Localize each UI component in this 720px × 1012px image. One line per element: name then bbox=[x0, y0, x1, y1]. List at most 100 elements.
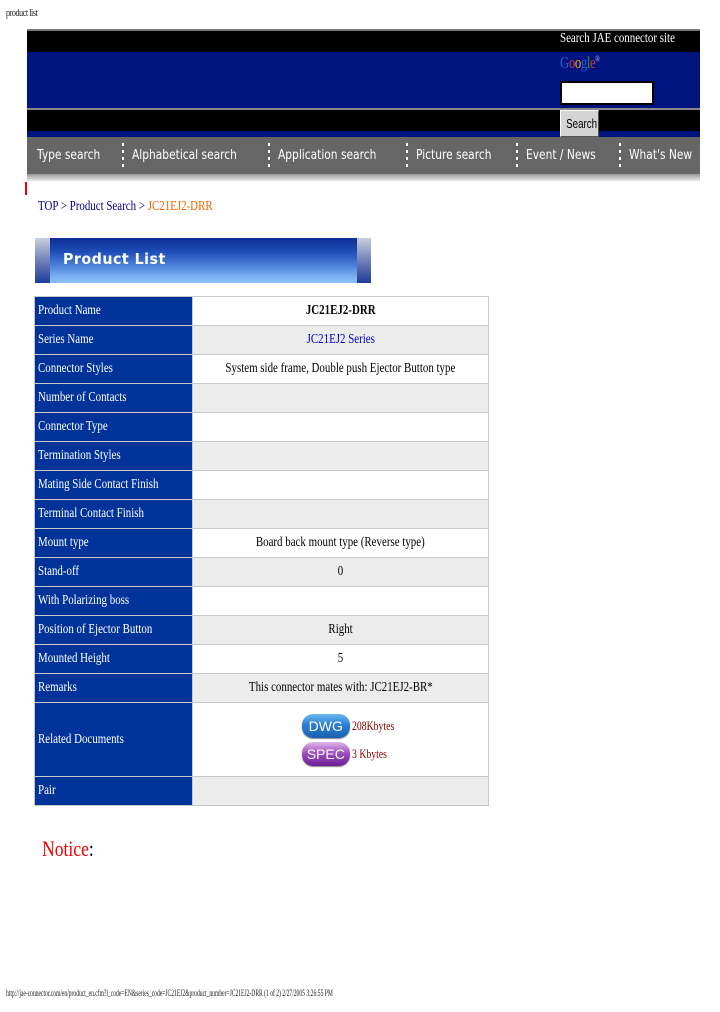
row-value: System side frame, Double push Ejector B… bbox=[192, 354, 490, 384]
document-item: DWG 208Kbytes bbox=[193, 713, 488, 738]
site-search-input[interactable] bbox=[560, 81, 654, 105]
nav-separator bbox=[714, 142, 717, 169]
label-text: Remarks bbox=[38, 680, 77, 695]
table-row: With Polarizing boss bbox=[33, 586, 490, 616]
nav-application-search[interactable]: Application search bbox=[278, 148, 398, 163]
label-text: Termination Styles bbox=[38, 448, 121, 463]
nav-label: Event / News bbox=[526, 148, 596, 163]
row-value bbox=[192, 776, 490, 806]
table-row: Position of Ejector Button Right bbox=[33, 615, 490, 645]
breadcrumb-separator: > bbox=[138, 199, 145, 214]
value-text: Board back mount type (Reverse type) bbox=[256, 535, 426, 550]
row-value: This connector mates with: JC21EJ2-BR* bbox=[192, 673, 490, 703]
label-text: Connector Styles bbox=[38, 361, 113, 376]
site-search-button[interactable]: Search bbox=[560, 110, 599, 137]
row-value bbox=[192, 383, 490, 413]
label-text: Number of Contacts bbox=[38, 390, 127, 405]
section-title: Product List bbox=[63, 250, 166, 268]
header-right-cap bbox=[357, 238, 371, 283]
nav-separator bbox=[619, 142, 622, 169]
row-label: Pair bbox=[33, 776, 194, 806]
doc-label: DWG bbox=[308, 717, 343, 734]
breadcrumb-product-search[interactable]: Product Search bbox=[70, 199, 136, 214]
value-text: 5 bbox=[338, 651, 344, 666]
logo-trademark: ® bbox=[595, 54, 600, 64]
row-label: Termination Styles bbox=[33, 441, 194, 471]
table-row: Pair bbox=[33, 776, 490, 806]
row-label: Number of Contacts bbox=[33, 383, 194, 413]
row-label: With Polarizing boss bbox=[33, 586, 194, 616]
nav-label: Type search bbox=[37, 148, 101, 163]
row-label: Series Name bbox=[33, 325, 194, 355]
nav-label: Application search bbox=[278, 148, 377, 163]
main-nav: Type search Alphabetical search Applicat… bbox=[27, 137, 717, 181]
row-value: 5 bbox=[192, 644, 490, 674]
table-row: Series Name JC21EJ2 Series bbox=[33, 325, 490, 355]
doc-size: 3 Kbytes bbox=[352, 746, 390, 762]
row-value: Right bbox=[192, 615, 490, 645]
nav-separator bbox=[406, 142, 409, 169]
row-value: 0 bbox=[192, 557, 490, 587]
dwg-download-button[interactable]: DWG bbox=[301, 713, 350, 738]
row-value bbox=[192, 441, 490, 471]
product-name-value: JC21EJ2-DRR bbox=[192, 296, 490, 326]
row-label: Product Name bbox=[33, 296, 194, 326]
series-link[interactable]: JC21EJ2 Series bbox=[307, 332, 375, 348]
row-label: Remarks bbox=[33, 673, 194, 703]
nav-whats-new[interactable]: What's New bbox=[629, 148, 706, 163]
table-row: Connector Styles System side frame, Doub… bbox=[33, 354, 490, 384]
breadcrumb-top[interactable]: TOP bbox=[38, 199, 58, 214]
page-header-title: product list bbox=[6, 8, 38, 19]
product-list-header: Product List bbox=[35, 238, 371, 283]
doc-label: SPEC bbox=[306, 745, 345, 762]
row-label: Related Documents bbox=[33, 702, 194, 777]
spec-download-button[interactable]: SPEC bbox=[301, 741, 350, 766]
table-row: Connector Type bbox=[33, 412, 490, 442]
nav-label: Alphabetical search bbox=[132, 148, 238, 163]
logo-letter: G bbox=[560, 53, 569, 72]
label-text: Series Name bbox=[38, 332, 94, 347]
row-value: Board back mount type (Reverse type) bbox=[192, 528, 490, 558]
notice-heading: Notice: bbox=[42, 836, 94, 862]
table-row: Related Documents DWG 208Kbytes SPEC 3 K… bbox=[33, 702, 490, 777]
row-label: Connector Type bbox=[33, 412, 194, 442]
nav-alphabetical-search[interactable]: Alphabetical search bbox=[132, 148, 260, 163]
value-text: Right bbox=[328, 622, 353, 637]
table-row: Mating Side Contact Finish bbox=[33, 470, 490, 500]
breadcrumb: TOP > Product Search > JC21EJ2-DRR bbox=[38, 199, 213, 215]
row-label: Mounted Height bbox=[33, 644, 194, 674]
notice-colon: : bbox=[88, 836, 94, 861]
table-row: Mount type Board back mount type (Revers… bbox=[33, 528, 490, 558]
related-documents: DWG 208Kbytes SPEC 3 Kbytes bbox=[192, 702, 490, 777]
breadcrumb-separator: > bbox=[60, 199, 67, 214]
product-spec-table: Product Name JC21EJ2-DRR Series Name JC2… bbox=[33, 296, 490, 806]
nav-type-search[interactable]: Type search bbox=[37, 148, 114, 163]
nav-event-news[interactable]: Event / News bbox=[526, 148, 611, 163]
label-text: Connector Type bbox=[38, 419, 108, 434]
label-text: Mount type bbox=[38, 535, 89, 550]
nav-picture-search[interactable]: Picture search bbox=[416, 148, 508, 163]
google-logo: Google® bbox=[560, 53, 600, 73]
label-text: Position of Ejector Button bbox=[38, 622, 153, 637]
table-row: Number of Contacts bbox=[33, 383, 490, 413]
document-item: SPEC 3 Kbytes bbox=[193, 741, 488, 766]
label-text: Product Name bbox=[38, 303, 101, 318]
doc-size: 208Kbytes bbox=[352, 718, 394, 734]
row-value bbox=[192, 412, 490, 442]
nav-label: Picture search bbox=[416, 148, 492, 163]
label-text: Mounted Height bbox=[38, 651, 110, 666]
label-text: Mating Side Contact Finish bbox=[38, 477, 159, 492]
table-row: Terminal Contact Finish bbox=[33, 499, 490, 529]
doc-size-text: 208Kbytes bbox=[351, 717, 395, 733]
label-text: With Polarizing boss bbox=[38, 593, 130, 608]
row-label: Position of Ejector Button bbox=[33, 615, 194, 645]
table-row: Stand-off 0 bbox=[33, 557, 490, 587]
footer-url: http://jae-connector.com/en/product_en.c… bbox=[6, 988, 333, 998]
table-row: Mounted Height 5 bbox=[33, 644, 490, 674]
red-marker bbox=[25, 182, 27, 195]
nav-label: What's New bbox=[629, 148, 693, 163]
row-value bbox=[192, 499, 490, 529]
site-search-label: Search JAE connector site bbox=[560, 31, 675, 46]
header-left-cap bbox=[35, 238, 50, 283]
label-text: Pair bbox=[38, 783, 56, 798]
